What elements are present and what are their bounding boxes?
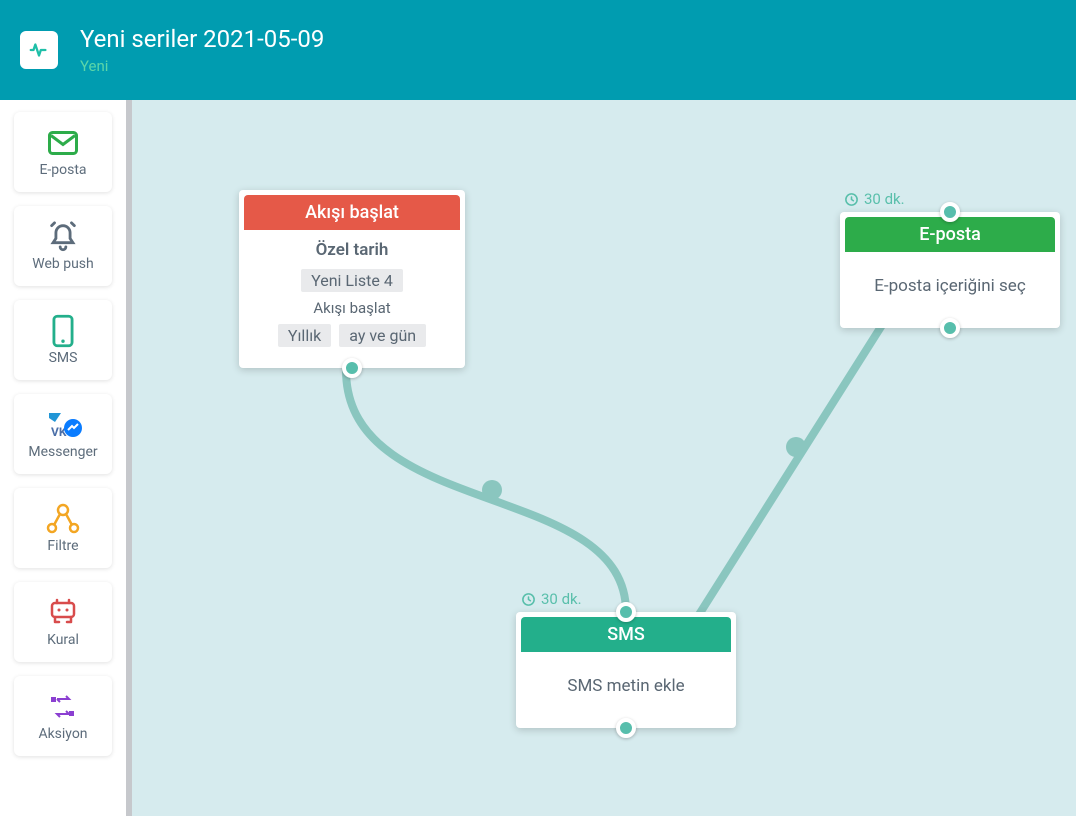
phone-icon [49, 313, 77, 349]
tool-sidebar: E-posta Web push SMS VK Mess [0, 100, 126, 816]
node-email[interactable]: E-posta E-posta içeriğini seç [840, 212, 1060, 328]
tool-label: Filtre [47, 539, 78, 554]
tool-label: SMS [49, 351, 78, 366]
tag-monthday: ay ve gün [339, 324, 426, 347]
node-body: SMS metin ekle [516, 652, 736, 728]
canvas-edge [126, 100, 132, 816]
tool-email[interactable]: E-posta [14, 112, 112, 192]
node-start-subtitle: Akışı başlat [251, 299, 453, 317]
page-title: Yeni seriler 2021-05-09 [80, 25, 324, 53]
app-header: Yeni seriler 2021-05-09 Yeni [0, 0, 1076, 100]
tool-label: Messenger [28, 445, 97, 460]
port-in[interactable] [940, 202, 960, 222]
tag-list: Yeni Liste 4 [301, 269, 403, 292]
app-logo-icon [20, 31, 58, 69]
port-out[interactable] [616, 718, 636, 738]
delay-badge-sms[interactable]: 30 dk. [521, 590, 582, 608]
tool-rule[interactable]: Kural [14, 582, 112, 662]
node-header: SMS [521, 617, 731, 652]
port-out[interactable] [940, 318, 960, 338]
clock-icon [521, 592, 536, 607]
rule-icon [46, 595, 80, 631]
tool-label: Kural [47, 633, 79, 648]
node-start-title: Özel tarih [251, 240, 453, 260]
tag-yearly: Yıllık [278, 324, 331, 347]
page-status: Yeni [80, 57, 324, 75]
tool-filter[interactable]: Filtre [14, 488, 112, 568]
node-header: E-posta [845, 217, 1055, 252]
port-in[interactable] [616, 602, 636, 622]
delay-badge-email[interactable]: 30 dk. [844, 190, 905, 208]
node-start[interactable]: Akışı başlat Özel tarih Yeni Liste 4 Akı… [239, 190, 465, 368]
tool-label: E-posta [39, 163, 86, 178]
port-out[interactable] [342, 358, 362, 378]
email-icon [45, 125, 81, 161]
node-sms-body: SMS metin ekle [528, 662, 724, 710]
node-sms[interactable]: SMS SMS metin ekle [516, 612, 736, 728]
tool-sms[interactable]: SMS [14, 300, 112, 380]
bell-icon [46, 219, 80, 255]
node-email-body: E-posta içeriğini seç [852, 262, 1048, 310]
tool-webpush[interactable]: Web push [14, 206, 112, 286]
flow-canvas[interactable]: Akışı başlat Özel tarih Yeni Liste 4 Akı… [126, 100, 1076, 816]
tool-label: Aksiyon [38, 727, 87, 742]
node-body: E-posta içeriğini seç [840, 252, 1060, 328]
clock-icon [844, 192, 859, 207]
tool-label: Web push [32, 257, 93, 272]
tool-action[interactable]: Aksiyon [14, 676, 112, 756]
action-icon [47, 689, 79, 725]
filter-icon [43, 501, 83, 537]
messenger-icon: VK [41, 407, 85, 443]
node-header: Akışı başlat [244, 195, 460, 230]
tool-messenger[interactable]: VK Messenger [14, 394, 112, 474]
node-body: Özel tarih Yeni Liste 4 Akışı başlat Yıl… [239, 230, 465, 368]
